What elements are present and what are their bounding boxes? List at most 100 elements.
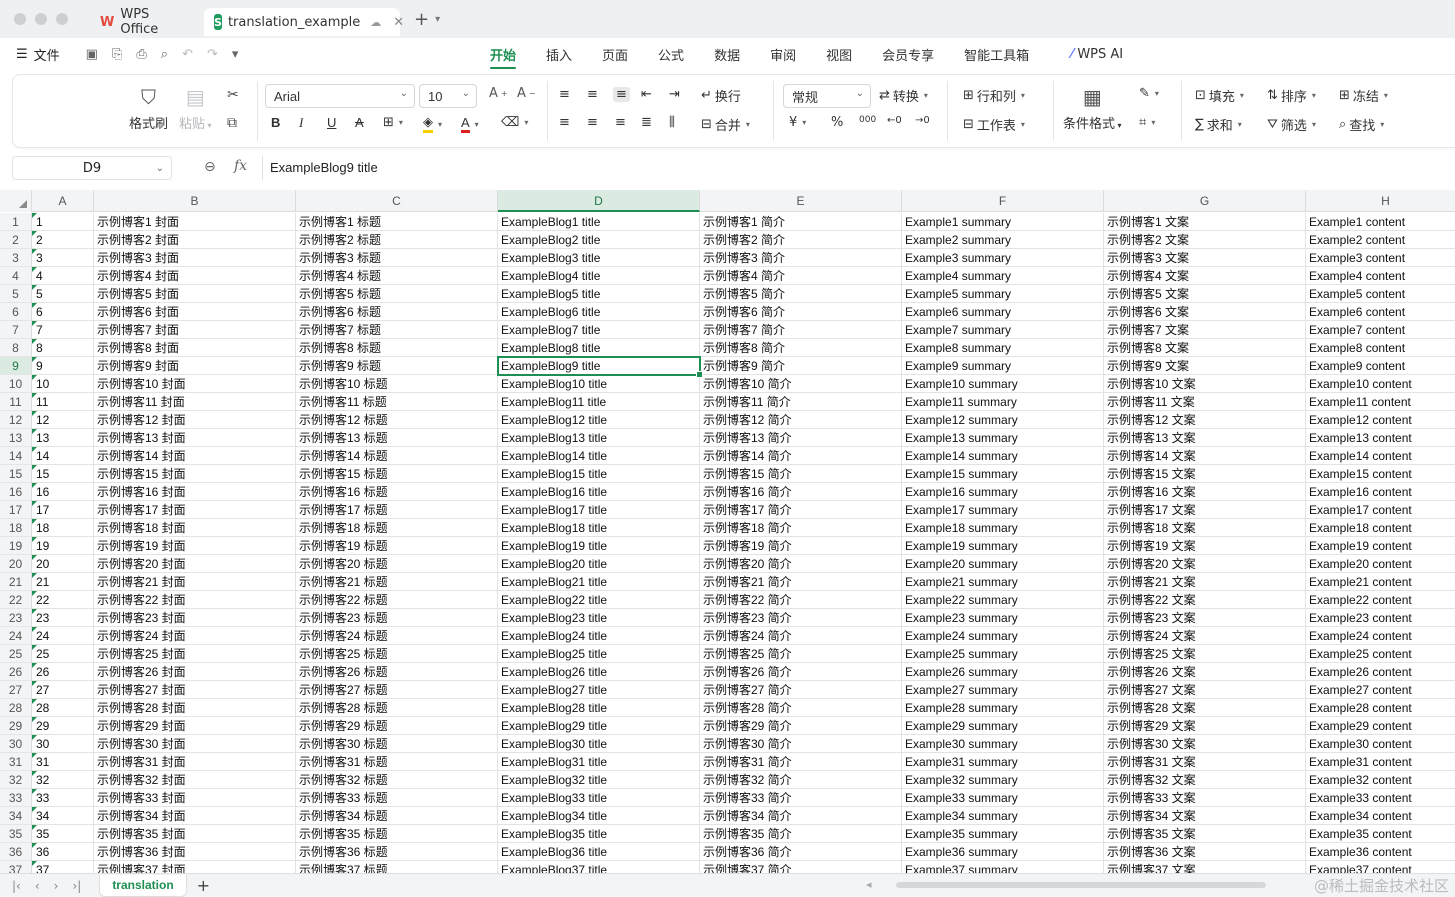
- borders-icon[interactable]: ⊞ ▾: [383, 115, 403, 130]
- cell-g7[interactable]: 示例博客7 文案: [1104, 321, 1306, 339]
- row-header[interactable]: 3: [0, 249, 32, 267]
- formula-input[interactable]: ExampleBlog9 title: [270, 160, 378, 175]
- cell-e33[interactable]: 示例博客33 简介: [700, 789, 902, 807]
- print-preview-icon[interactable]: ⌕: [161, 47, 168, 62]
- cell-a12[interactable]: 12: [32, 411, 94, 429]
- row-header[interactable]: 16: [0, 483, 32, 501]
- new-tab-plus-icon[interactable]: +: [414, 9, 429, 30]
- cell-f8[interactable]: Example8 summary: [902, 339, 1104, 357]
- cell-a21[interactable]: 21: [32, 573, 94, 591]
- cell-c6[interactable]: 示例博客6 标题: [296, 303, 498, 321]
- cell-a5[interactable]: 5: [32, 285, 94, 303]
- cell-d11[interactable]: ExampleBlog11 title: [498, 393, 700, 411]
- undo-icon[interactable]: ↶: [182, 47, 193, 62]
- filter-button[interactable]: ⛛ 筛选 ▾: [1267, 115, 1316, 134]
- prev-sheet-icon[interactable]: ‹: [35, 879, 40, 893]
- cell-b8[interactable]: 示例博客8 封面: [94, 339, 296, 357]
- cell-b36[interactable]: 示例博客36 封面: [94, 843, 296, 861]
- cell-d27[interactable]: ExampleBlog27 title: [498, 681, 700, 699]
- cell-h2[interactable]: Example2 content: [1306, 231, 1455, 249]
- format-painter-button[interactable]: ⛉ 格式刷: [129, 85, 168, 132]
- cell-g3[interactable]: 示例博客3 文案: [1104, 249, 1306, 267]
- align-bottom-icon[interactable]: ≡: [613, 87, 630, 102]
- cell-c29[interactable]: 示例博客29 标题: [296, 717, 498, 735]
- cell-h25[interactable]: Example25 content: [1306, 645, 1455, 663]
- column-header-b[interactable]: B: [94, 190, 296, 212]
- cell-d16[interactable]: ExampleBlog16 title: [498, 483, 700, 501]
- cell-c15[interactable]: 示例博客15 标题: [296, 465, 498, 483]
- cell-e35[interactable]: 示例博客35 简介: [700, 825, 902, 843]
- save-icon[interactable]: ▣: [86, 47, 98, 62]
- cell-e24[interactable]: 示例博客24 简介: [700, 627, 902, 645]
- cell-e30[interactable]: 示例博客30 简介: [700, 735, 902, 753]
- cell-h22[interactable]: Example22 content: [1306, 591, 1455, 609]
- cell-b28[interactable]: 示例博客28 封面: [94, 699, 296, 717]
- cell-g24[interactable]: 示例博客24 文案: [1104, 627, 1306, 645]
- cell-e14[interactable]: 示例博客14 简介: [700, 447, 902, 465]
- font-family-select[interactable]: Arial ⌄: [265, 84, 415, 108]
- wrap-text-button[interactable]: ↵ 换行: [701, 86, 741, 105]
- cell-f15[interactable]: Example15 summary: [902, 465, 1104, 483]
- cell-d23[interactable]: ExampleBlog23 title: [498, 609, 700, 627]
- cell-d24[interactable]: ExampleBlog24 title: [498, 627, 700, 645]
- cell-e13[interactable]: 示例博客13 简介: [700, 429, 902, 447]
- cell-b15[interactable]: 示例博客15 封面: [94, 465, 296, 483]
- cell-a4[interactable]: 4: [32, 267, 94, 285]
- cell-e23[interactable]: 示例博客23 简介: [700, 609, 902, 627]
- cell-d13[interactable]: ExampleBlog13 title: [498, 429, 700, 447]
- cell-a27[interactable]: 27: [32, 681, 94, 699]
- rows-cols-button[interactable]: ⊞ 行和列 ▾: [963, 86, 1025, 105]
- font-color-icon[interactable]: A ▾: [461, 115, 479, 133]
- cell-b11[interactable]: 示例博客11 封面: [94, 393, 296, 411]
- row-header[interactable]: 19: [0, 537, 32, 555]
- cell-c21[interactable]: 示例博客21 标题: [296, 573, 498, 591]
- column-header-c[interactable]: C: [296, 190, 498, 212]
- cell-h23[interactable]: Example23 content: [1306, 609, 1455, 627]
- cell-g27[interactable]: 示例博客27 文案: [1104, 681, 1306, 699]
- cell-c8[interactable]: 示例博客8 标题: [296, 339, 498, 357]
- row-header[interactable]: 26: [0, 663, 32, 681]
- cell-h15[interactable]: Example15 content: [1306, 465, 1455, 483]
- cell-h20[interactable]: Example20 content: [1306, 555, 1455, 573]
- cell-b19[interactable]: 示例博客19 封面: [94, 537, 296, 555]
- cell-f37[interactable]: Example37 summary: [902, 861, 1104, 873]
- cut-icon[interactable]: ✂: [227, 87, 239, 103]
- cell-d36[interactable]: ExampleBlog36 title: [498, 843, 700, 861]
- freeze-button[interactable]: ⊞ 冻结 ▾: [1339, 86, 1388, 105]
- paste-button[interactable]: ▤ 粘贴 ▾: [179, 85, 212, 132]
- chevron-down-icon[interactable]: ▾: [232, 47, 239, 62]
- cell-f5[interactable]: Example5 summary: [902, 285, 1104, 303]
- cell-g12[interactable]: 示例博客12 文案: [1104, 411, 1306, 429]
- cell-h18[interactable]: Example18 content: [1306, 519, 1455, 537]
- cell-h4[interactable]: Example4 content: [1306, 267, 1455, 285]
- cell-a10[interactable]: 10: [32, 375, 94, 393]
- cell-e3[interactable]: 示例博客3 简介: [700, 249, 902, 267]
- cell-a30[interactable]: 30: [32, 735, 94, 753]
- cell-c13[interactable]: 示例博客13 标题: [296, 429, 498, 447]
- cell-c11[interactable]: 示例博客11 标题: [296, 393, 498, 411]
- cell-d10[interactable]: ExampleBlog10 title: [498, 375, 700, 393]
- cell-g36[interactable]: 示例博客36 文案: [1104, 843, 1306, 861]
- cell-b9[interactable]: 示例博客9 封面: [94, 357, 296, 375]
- cell-e26[interactable]: 示例博客26 简介: [700, 663, 902, 681]
- cell-a36[interactable]: 36: [32, 843, 94, 861]
- cell-a31[interactable]: 31: [32, 753, 94, 771]
- row-header[interactable]: 30: [0, 735, 32, 753]
- cell-e8[interactable]: 示例博客8 简介: [700, 339, 902, 357]
- row-header[interactable]: 9: [0, 357, 32, 375]
- cell-d1[interactable]: ExampleBlog1 title: [498, 213, 700, 231]
- cell-c22[interactable]: 示例博客22 标题: [296, 591, 498, 609]
- cell-g32[interactable]: 示例博客32 文案: [1104, 771, 1306, 789]
- cell-h32[interactable]: Example32 content: [1306, 771, 1455, 789]
- align-left-icon[interactable]: ≡: [559, 115, 570, 130]
- cell-b7[interactable]: 示例博客7 封面: [94, 321, 296, 339]
- clear-format-icon[interactable]: ⌫ ▾: [501, 115, 528, 130]
- print-icon[interactable]: ⎙: [136, 47, 146, 62]
- tab-insert[interactable]: 插入: [546, 38, 572, 70]
- row-header[interactable]: 2: [0, 231, 32, 249]
- cell-g16[interactable]: 示例博客16 文案: [1104, 483, 1306, 501]
- decrease-indent-icon[interactable]: ⇤: [641, 87, 652, 102]
- tab-smart-toolbox[interactable]: 智能工具箱: [964, 38, 1029, 70]
- cell-d6[interactable]: ExampleBlog6 title: [498, 303, 700, 321]
- row-header[interactable]: 4: [0, 267, 32, 285]
